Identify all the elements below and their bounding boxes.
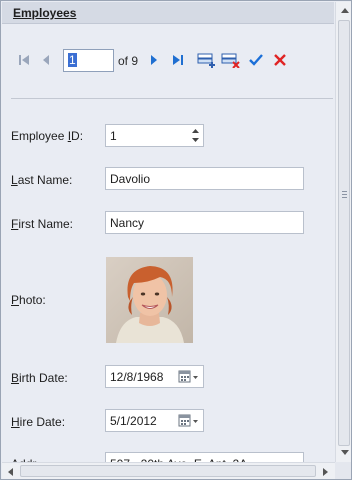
horizontal-scrollbar[interactable] — [2, 462, 335, 479]
toolbar-separator — [11, 98, 333, 99]
form-header: Employees — [2, 2, 334, 24]
first-name-label: First Name: — [11, 217, 74, 231]
employee-id-spinner[interactable]: 1 — [105, 124, 204, 147]
calendar-icon[interactable] — [178, 413, 200, 429]
last-name-label: Last Name: — [11, 173, 73, 187]
first-name-input[interactable]: Nancy — [105, 211, 304, 234]
scroll-up-icon[interactable] — [336, 2, 351, 19]
hire-date-label: Hire Date: — [11, 415, 66, 429]
spin-buttons — [191, 127, 200, 144]
spin-down-icon[interactable] — [191, 136, 200, 144]
record-position-input[interactable]: 1 — [63, 49, 114, 72]
scroll-grip — [342, 197, 347, 198]
vertical-scrollbar[interactable] — [335, 2, 351, 462]
spin-up-icon[interactable] — [191, 127, 200, 135]
employees-form-window: Employees 1 of 9 Employee ID: 1 Last Nam… — [0, 0, 352, 480]
last-name-input[interactable]: Davolio — [105, 167, 304, 190]
employee-photo[interactable] — [106, 257, 193, 343]
scroll-down-icon[interactable] — [336, 444, 351, 461]
confirm-icon[interactable] — [247, 51, 265, 69]
vertical-scroll-thumb[interactable] — [338, 20, 350, 446]
record-count-label: of 9 — [118, 54, 139, 68]
first-record-icon[interactable] — [15, 51, 33, 69]
add-record-icon[interactable] — [196, 51, 218, 69]
scroll-right-icon[interactable] — [317, 463, 334, 479]
birth-date-picker[interactable]: 12/8/1968 — [105, 365, 204, 388]
delete-record-icon[interactable] — [220, 51, 242, 69]
horizontal-scroll-thumb[interactable] — [20, 465, 316, 477]
calendar-icon[interactable] — [178, 369, 200, 385]
birth-date-label: Birth Date: — [11, 371, 68, 385]
photo-label: Photo: — [11, 293, 46, 307]
hire-date-picker[interactable]: 5/1/2012 — [105, 409, 204, 432]
previous-record-icon[interactable] — [37, 51, 55, 69]
employee-id-label: Employee ID: — [11, 129, 84, 143]
scroll-left-icon[interactable] — [2, 463, 19, 479]
form-title: Employees — [13, 6, 77, 20]
scroll-grip — [342, 194, 347, 195]
cancel-icon[interactable] — [271, 51, 289, 69]
last-record-icon[interactable] — [169, 51, 187, 69]
scrollbar-corner — [335, 462, 351, 479]
record-navigator: 1 of 9 — [2, 45, 334, 77]
scroll-grip — [342, 191, 347, 192]
next-record-icon[interactable] — [145, 51, 163, 69]
